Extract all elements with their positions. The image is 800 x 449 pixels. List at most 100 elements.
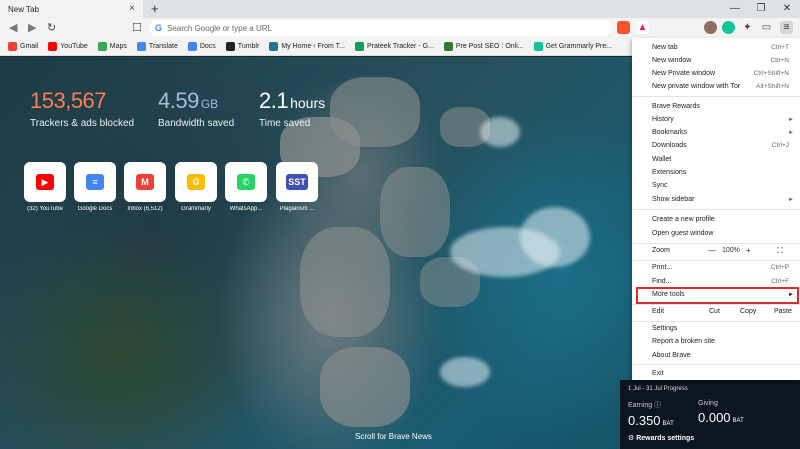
bookmark-item[interactable]: Prateek Tracker - G... (354, 42, 434, 51)
cookie-extension-icon[interactable] (704, 21, 717, 34)
top-site-name: Inbox (6,512) (127, 206, 163, 212)
menu-print[interactable]: Print... Ctrl+P (652, 262, 797, 274)
menu-new-tab[interactable]: New tab Ctrl+T (652, 42, 797, 54)
earning-value: 0.350 (628, 413, 661, 428)
minimize-icon[interactable]: — (722, 0, 748, 18)
top-site-tile[interactable]: SST Plagiarism ... (276, 162, 318, 212)
menu-history[interactable]: History ► (652, 114, 797, 126)
menu-extensions[interactable]: Extensions (652, 167, 797, 179)
stat-trackers: 153,567 Trackers & ads blocked (30, 88, 134, 129)
menu-icon[interactable]: ≡ (780, 21, 793, 34)
scroll-for-news[interactable]: Scroll for Brave News (355, 432, 432, 441)
bookmark-favicon-icon (354, 42, 364, 51)
bookmark-item[interactable]: Get Grammarly Pre... (533, 42, 612, 51)
top-site-tile[interactable]: ✆ WhatsApp... (225, 162, 267, 212)
menu-new-private-tor[interactable]: New private window with Tor Alt+Shift+N (652, 81, 797, 93)
grammarly-extension-icon[interactable] (722, 21, 735, 34)
bookmark-label: Gmail (20, 43, 39, 50)
menu-show-sidebar[interactable]: Show sidebar ► (652, 194, 797, 206)
address-bar[interactable]: G Search Google or type a URL (149, 20, 613, 36)
menu-label: Show sidebar (652, 196, 695, 203)
menu-settings[interactable]: Settings (652, 323, 797, 335)
menu-shortcut: Alt+Shift+N (756, 83, 789, 90)
bookmark-item[interactable]: Pre Post SEO : Onli... (443, 42, 524, 51)
forward-icon[interactable]: ▶ (28, 21, 36, 34)
bookmark-label: Tumblr (237, 43, 260, 50)
bookmark-item[interactable]: My Home ‹ From T... (269, 42, 345, 51)
bookmark-item[interactable]: YouTube (48, 42, 88, 51)
top-site-name: Grammarly (181, 206, 211, 212)
submenu-arrow-icon: ► (788, 117, 794, 123)
bandwidth-value: 4.59 (158, 88, 199, 113)
menu-brave-rewards[interactable]: Brave Rewards (652, 101, 797, 113)
fullscreen-icon[interactable]: ⛶ (777, 245, 783, 257)
menu-wallet[interactable]: Wallet (652, 154, 797, 166)
bookmark-item[interactable]: Maps (97, 42, 127, 51)
tab-strip: New Tab × + — ❐ ✕ (0, 0, 800, 18)
new-tab-button[interactable]: + (151, 1, 159, 16)
menu-report-broken-site[interactable]: Report a broken site (652, 336, 797, 348)
bookmark-item[interactable]: Translate (136, 42, 178, 51)
bookmark-page-icon[interactable]: ☐ (132, 21, 142, 34)
bookmark-favicon-icon (136, 42, 146, 51)
copy-button[interactable]: Copy (740, 306, 756, 318)
trackers-label: Trackers & ads blocked (30, 118, 135, 129)
menu-zoom: Zoom — 100% + ⛶ (652, 245, 797, 257)
menu-exit[interactable]: Exit (652, 368, 797, 380)
top-site-tile[interactable]: ≡ Google Docs (74, 162, 116, 212)
reload-icon[interactable]: ↻ (47, 21, 56, 34)
top-site-name: (32) YouTube (27, 206, 63, 212)
top-site-tile[interactable]: G Grammarly (175, 162, 217, 212)
time-unit: hours (290, 95, 326, 111)
site-glyph-icon: ≡ (86, 174, 104, 190)
menu-new-private-window[interactable]: New Private window Ctrl+Shift+N (652, 68, 797, 80)
trackers-count: 153,567 (30, 88, 107, 113)
tab-new-tab[interactable]: New Tab × (0, 0, 143, 18)
extensions-puzzle-icon[interactable]: ✦ (741, 21, 754, 34)
bookmark-item[interactable]: Docs (187, 42, 216, 51)
sidebar-icon[interactable]: ▭ (760, 21, 773, 34)
menu-bookmarks[interactable]: Bookmarks ► (652, 127, 797, 139)
bookmark-item[interactable]: Tumblr (225, 42, 260, 51)
tab-close-icon[interactable]: × (129, 3, 135, 14)
cut-button[interactable]: Cut (709, 306, 720, 318)
menu-new-window[interactable]: New window Ctrl+N (652, 55, 797, 67)
earning-label: Earning ⓘ (628, 402, 662, 409)
top-site-icon: ≡ (74, 162, 116, 202)
top-site-icon: SST (276, 162, 318, 202)
menu-label: Zoom (652, 247, 670, 254)
top-site-tile[interactable]: M Inbox (6,512) (124, 162, 166, 212)
stat-time: 2.1 hours Time saved (259, 88, 325, 129)
menu-downloads[interactable]: Downloads Ctrl+J (652, 140, 797, 152)
zoom-out-button[interactable]: — (708, 245, 716, 257)
brave-rewards-icon[interactable]: ▲ (636, 21, 649, 34)
menu-edit: Edit Cut Copy Paste (652, 306, 797, 318)
bookmark-item[interactable]: Gmail (8, 42, 38, 51)
submenu-arrow-icon: ► (788, 197, 794, 203)
bookmark-label: Maps (109, 43, 127, 50)
bookmark-favicon-icon (97, 42, 107, 51)
maximize-icon[interactable]: ❐ (748, 0, 774, 18)
tab-title: New Tab (8, 4, 39, 14)
rewards-settings-link[interactable]: ⚙ Rewards settings (628, 434, 792, 442)
close-window-icon[interactable]: ✕ (774, 0, 800, 18)
menu-create-profile[interactable]: Create a new profile (652, 214, 797, 226)
bookmark-favicon-icon (187, 42, 197, 51)
back-icon[interactable]: ◀ (9, 21, 17, 34)
bookmark-favicon-icon (443, 42, 453, 51)
submenu-arrow-icon: ► (788, 130, 794, 136)
top-site-tile[interactable]: ▶ (32) YouTube (24, 162, 66, 212)
menu-label: Edit (652, 308, 665, 315)
zoom-in-button[interactable]: + (746, 245, 751, 257)
earning-currency: BAT (662, 421, 674, 427)
brave-shields-icon[interactable] (617, 21, 630, 34)
menu-label: Downloads (652, 142, 687, 149)
zoom-value: 100% (722, 247, 740, 254)
menu-label: Print... (652, 264, 673, 271)
menu-about-brave[interactable]: About Brave (652, 350, 797, 362)
menu-sync[interactable]: Sync (652, 180, 797, 192)
paste-button[interactable]: Paste (774, 306, 792, 318)
menu-guest-window[interactable]: Open guest window (652, 228, 797, 240)
toolbar: ◀ ▶ ↻ ☐ G Search Google or type a URL ▲ … (0, 18, 800, 38)
menu-label: Find... (652, 278, 672, 285)
